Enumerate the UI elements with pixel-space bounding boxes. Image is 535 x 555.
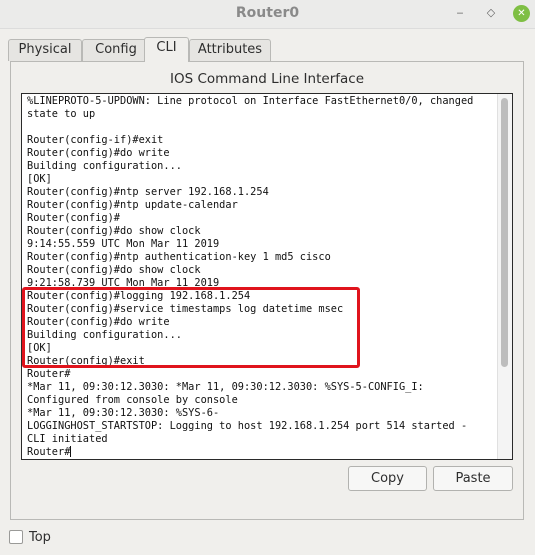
minimize-icon[interactable]: ‒ — [453, 5, 467, 21]
terminal-line: *Mar 11, 09:30:12.3030: %SYS-6- — [27, 407, 220, 419]
terminal-line: Router# — [27, 368, 71, 380]
terminal-line: CLI initiated — [27, 433, 108, 445]
title-bar: Router0 ‒ ◇ ✕ — [0, 0, 535, 29]
tab-attributes[interactable]: Attributes — [189, 39, 271, 61]
top-checkbox[interactable] — [9, 530, 23, 544]
tab-config[interactable]: Config — [82, 39, 150, 61]
terminal-prompt: Router# — [27, 446, 71, 458]
terminal-line: Router(config)#do write — [27, 147, 170, 159]
maximize-icon[interactable]: ◇ — [484, 5, 498, 21]
terminal-line: Router(config)#ntp server 192.168.1.254 — [27, 186, 269, 198]
tab-physical[interactable]: Physical — [8, 39, 82, 61]
terminal-scrollbar[interactable] — [497, 94, 512, 459]
terminal-line: Router(config)#ntp authentication-key 1 … — [27, 251, 331, 263]
terminal-line: Router(config)#do show clock — [27, 264, 201, 276]
terminal-line: LOGGINGHOST_STARTSTOP: Logging to host 1… — [27, 420, 468, 432]
terminal-line: Router(config)#do show clock — [27, 225, 201, 237]
highlight-box — [22, 287, 360, 368]
terminal-prompt-line[interactable]: Router# — [27, 446, 473, 459]
terminal-line: state to up — [27, 108, 96, 120]
terminal-line: Building configuration... — [27, 160, 182, 172]
panel-title: IOS Command Line Interface — [169, 71, 364, 87]
terminal-line: *Mar 11, 09:30:12.3030: *Mar 11, 09:30:1… — [27, 381, 424, 393]
copy-button[interactable]: Copy — [348, 466, 427, 491]
top-checkbox-label: Top — [29, 530, 51, 545]
scrollbar-thumb[interactable] — [501, 98, 508, 367]
text-cursor — [70, 446, 72, 457]
tab-cli[interactable]: CLI — [144, 37, 189, 62]
cli-terminal[interactable]: %LINEPROTO-5-UPDOWN: Line protocol on In… — [21, 93, 513, 460]
paste-button[interactable]: Paste — [433, 466, 513, 491]
terminal-line: 9:14:55.559 UTC Mon Mar 11 2019 — [27, 238, 220, 250]
terminal-line: [OK] — [27, 173, 52, 185]
terminal-output: %LINEPROTO-5-UPDOWN: Line protocol on In… — [27, 95, 473, 459]
terminal-line: Router(config)#ntp update-calendar — [27, 199, 238, 211]
terminal-line: Router(config-if)#exit — [27, 134, 164, 146]
close-icon[interactable]: ✕ — [513, 5, 530, 22]
terminal-line: %LINEPROTO-5-UPDOWN: Line protocol on In… — [27, 95, 474, 107]
terminal-line: Configured from console by console — [27, 394, 238, 406]
terminal-line: Router(config)# — [27, 212, 120, 224]
